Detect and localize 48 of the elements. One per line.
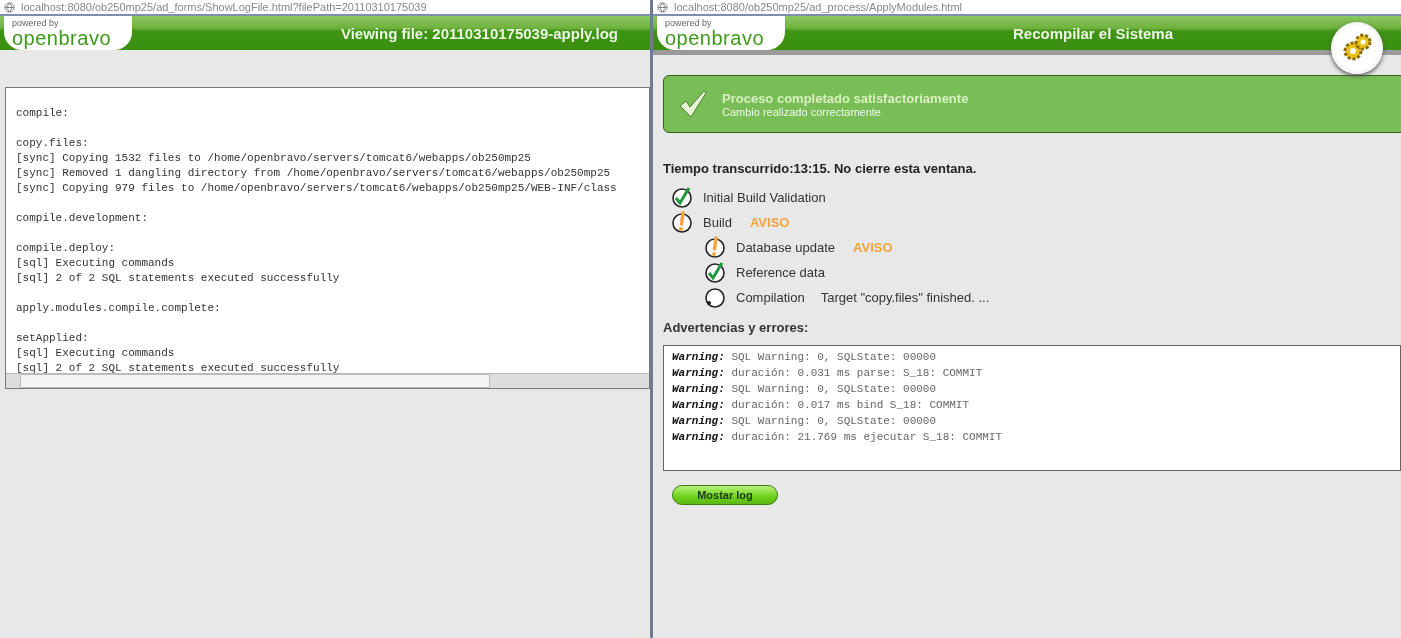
log-line: [sql] 2 of 2 SQL statements executed successfully [16,271,341,286]
check-icon [671,186,693,208]
logo: powered by openbravo [4,16,132,50]
log-line: setApplied: [16,331,90,346]
log-line: compile.development: [16,211,150,226]
horizontal-scrollbar[interactable] [6,373,649,388]
globe-icon [4,1,15,13]
log-line: [sync] Removed 1 dangling directory from /home/openbravo/servers/tomcat6/webapps/ob250mp25 [16,166,612,181]
address-bar[interactable]: localhost:8080/ob250mp25/ad_forms/ShowLogFile.html?filePath=20110310175039 [0,0,650,16]
log-line: compile: [16,106,70,121]
logo: powered by openbravo [657,16,785,50]
warning-label: AVISO [749,214,790,230]
warning-line: Warning: duración: 21.769 ms ejecutar S_18: COMMIT [672,430,1004,445]
warning-line: Warning: duración: 0.031 ms parse: S_18: COMMIT [672,366,984,381]
gears-icon [1331,22,1383,74]
warning-line: Warning: SQL Warning: 0, SQLState: 00000 [672,382,938,397]
step-label: Reference data [736,264,825,280]
check-icon [678,89,708,119]
log-line: [sql] 2 of 2 SQL statements executed successfully [16,361,341,373]
check-icon [704,261,726,283]
log-line: compile.deploy: [16,241,117,256]
warning-label: AVISO [853,239,893,255]
warning-line: Warning: SQL Warning: 0, SQLState: 00000 [672,350,938,365]
log-line: [sql] Executing commands [16,256,176,271]
section-title: Advertencias y errores: [663,320,810,335]
log-line: apply.modules.compile.complete: [16,301,222,316]
log-line: copy.files: [16,136,90,151]
step-label: Database update [736,239,836,255]
step-label: Initial Build Validation [703,189,826,205]
address-bar[interactable]: localhost:8080/ob250mp25/ad_process/ApplyModules.html [653,0,1401,16]
log-line: [sync] Copying 979 files to /home/openbravo/servers/tomcat6/webapps/ob250mp25/WEB-INF/class [16,181,618,196]
exclamation-icon [671,211,693,233]
log-line: [sql] Executing commands [16,346,176,361]
warning-line: Warning: SQL Warning: 0, SQLState: 00000 [672,414,938,429]
message-text: Cambio realizado correctamente [722,105,882,118]
warning-line: Warning: duración: 0.017 ms bind S_18: COMMIT [672,398,971,413]
globe-icon [657,1,668,13]
step-label: Build [703,214,732,230]
log-line: [sync] Copying 1532 files to /home/openbravo/servers/tomcat6/webapps/ob250mp25 [16,151,532,166]
step-detail: Target "copy.files" finished. ... [820,289,990,305]
exclamation-icon [704,236,726,258]
progress-icon [704,286,726,308]
step-label: Compilation [736,289,805,305]
elapsed-time: Tiempo transcurrido:13:15. No cierre esta ventana. [663,161,978,176]
show-log-button[interactable]: Mostar log [672,485,778,505]
window-title: Viewing file: 20110310175039-apply.log [339,24,619,42]
window-title: Recompilar el Sistema [1011,24,1175,42]
message-title: Proceso completado satisfactoriamente [722,90,969,106]
